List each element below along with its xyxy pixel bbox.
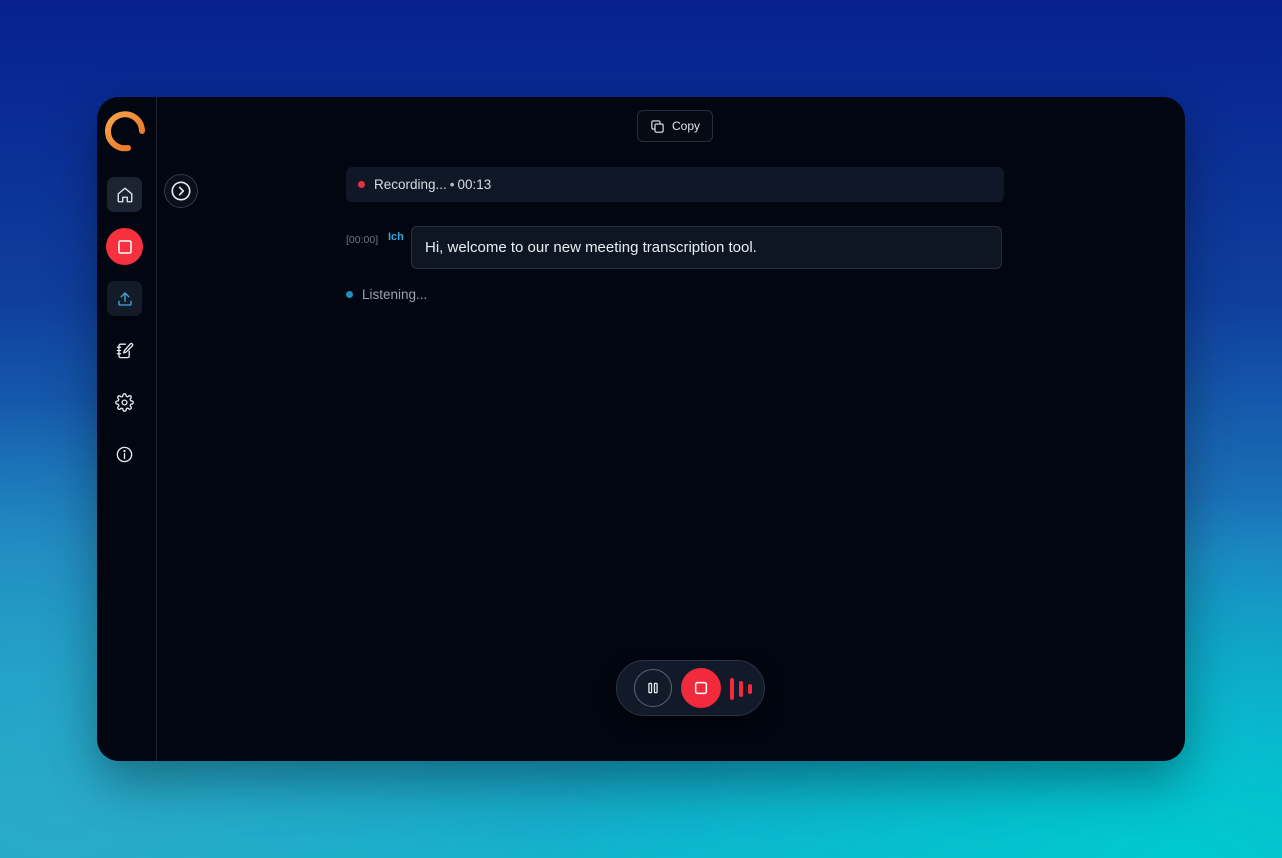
audio-level-icon	[730, 678, 752, 700]
listening-indicator: Listening...	[346, 287, 427, 302]
gear-icon	[115, 393, 134, 412]
sidebar-item-info[interactable]	[107, 437, 142, 472]
transcript-text: Hi, welcome to our new meeting transcrip…	[425, 239, 757, 256]
transcript-timestamp: [00:00]	[346, 234, 379, 246]
notebook-edit-icon	[116, 342, 134, 359]
status-separator: •	[449, 177, 455, 192]
sidebar-item-notes[interactable]	[107, 333, 142, 368]
upload-icon	[117, 291, 132, 306]
transcript-message: Hi, welcome to our new meeting transcrip…	[411, 226, 1002, 269]
copy-icon	[651, 119, 664, 133]
copy-button[interactable]: Copy	[637, 110, 713, 142]
sidebar-item-upload[interactable]	[107, 281, 142, 316]
recording-controls	[616, 660, 765, 716]
sidebar-item-home[interactable]	[107, 177, 142, 212]
recording-status-label: Recording...	[374, 177, 447, 192]
recording-dot	[358, 181, 365, 188]
transcript-speaker: Ich	[388, 231, 404, 243]
pause-icon	[648, 682, 658, 694]
listening-label: Listening...	[362, 287, 428, 302]
expand-panel-button[interactable]	[164, 174, 198, 208]
sidebar-item-record[interactable]	[106, 228, 143, 265]
main-panel: Copy Recording... • 00:13 [00:00] Ich Hi…	[157, 97, 1185, 761]
app-window: Copy Recording... • 00:13 [00:00] Ich Hi…	[97, 97, 1185, 761]
copy-button-label: Copy	[671, 119, 700, 133]
recording-status-bar: Recording... • 00:13	[346, 167, 1004, 202]
listening-dot	[346, 291, 353, 298]
app-logo	[104, 110, 146, 152]
record-stop-icon	[117, 239, 132, 254]
pause-button[interactable]	[634, 669, 672, 707]
stop-button[interactable]	[681, 668, 721, 708]
chevron-right-icon	[171, 181, 191, 201]
recording-elapsed-time: 00:13	[457, 177, 492, 192]
sidebar-item-settings[interactable]	[107, 385, 142, 420]
sidebar	[97, 97, 157, 761]
info-icon	[116, 446, 133, 463]
stop-icon	[694, 681, 708, 695]
home-icon	[117, 187, 132, 202]
